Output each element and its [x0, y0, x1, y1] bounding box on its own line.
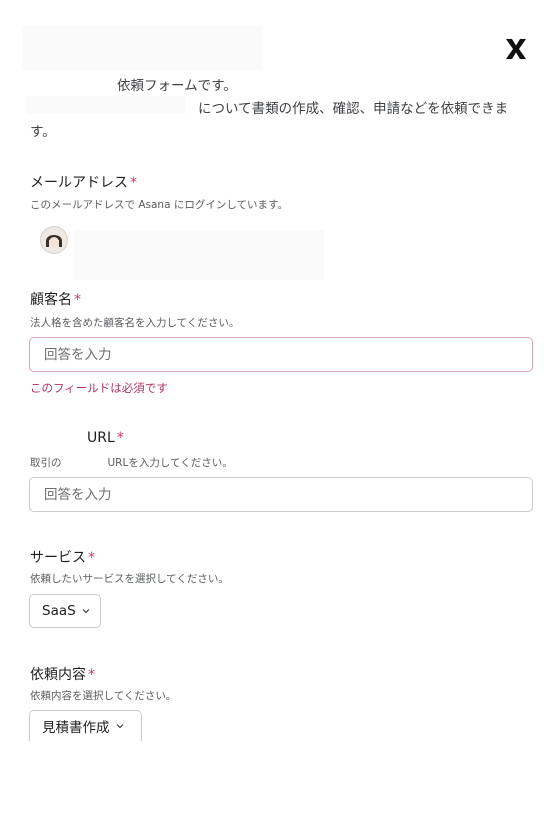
service-selected-value: SaaS — [42, 603, 76, 619]
required-mark: * — [116, 430, 124, 446]
close-button[interactable] — [503, 36, 529, 62]
customer-error-message: このフィールドは必須です — [30, 381, 168, 395]
url-label: URL * — [87, 430, 124, 446]
service-description: 依頼したいサービスを選択してください。 — [30, 573, 229, 585]
customer-label: 顧客名 * — [30, 289, 81, 309]
url-label-text: URL — [87, 430, 115, 446]
customer-name-input[interactable] — [29, 337, 533, 372]
intro-text: について書類の作成、確認、申請などを依頼できま — [198, 101, 509, 117]
request-select[interactable]: 見積書作成 — [29, 710, 142, 741]
chevron-down-icon — [81, 606, 91, 616]
request-selected-value: 見積書作成 — [42, 720, 110, 736]
intro-text: 依頼フォームです。 — [117, 78, 237, 94]
service-label-text: サービス — [30, 550, 86, 566]
request-description: 依頼内容を選択してください。 — [30, 690, 177, 702]
service-label: サービス * — [30, 547, 95, 567]
user-avatar-icon — [41, 227, 67, 253]
email-label: メールアドレス * — [30, 172, 137, 192]
request-label-text: 依頼内容 — [30, 667, 86, 683]
email-label-text: メールアドレス — [30, 175, 128, 191]
chevron-down-icon — [115, 721, 125, 731]
url-description: 取引の URLを入力してください。 — [30, 455, 233, 470]
redacted-email — [74, 230, 324, 280]
intro-text: す。 — [30, 124, 56, 140]
required-mark: * — [88, 667, 95, 683]
close-icon — [506, 39, 526, 59]
redacted-text — [26, 96, 186, 114]
request-label: 依頼内容 * — [30, 664, 95, 684]
url-description-suffix: URLを入力してください。 — [107, 457, 233, 469]
avatar — [40, 226, 68, 254]
required-mark: * — [74, 292, 81, 308]
required-mark: * — [130, 175, 137, 191]
required-mark: * — [88, 550, 95, 566]
customer-label-text: 顧客名 — [30, 292, 72, 308]
url-description-prefix: 取引の — [30, 457, 62, 469]
email-description: このメールアドレスで Asana にログインしています。 — [30, 199, 288, 211]
customer-description: 法人格を含めた顧客名を入力してください。 — [30, 317, 240, 329]
url-input[interactable] — [29, 477, 533, 512]
redacted-title — [22, 26, 262, 70]
service-select[interactable]: SaaS — [29, 594, 101, 628]
